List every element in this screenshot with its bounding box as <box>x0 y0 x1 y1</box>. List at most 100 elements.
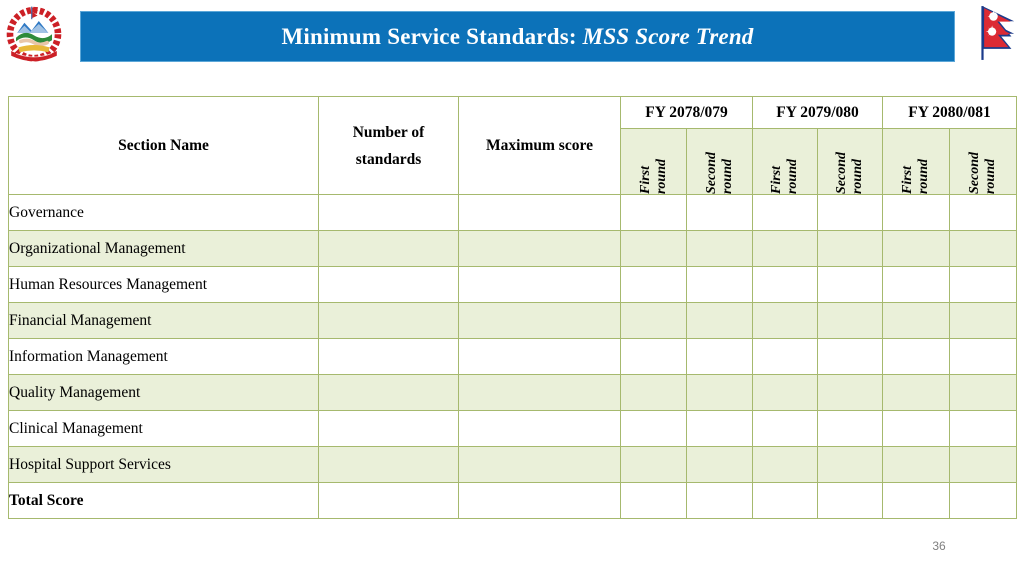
page-number: 36 <box>932 539 946 553</box>
cell-score-round-3 <box>752 194 818 231</box>
cell-score-round-6 <box>949 266 1017 303</box>
cell-score-round-3 <box>752 410 818 447</box>
cell-score-round-5 <box>882 374 950 411</box>
cell-maximum-score <box>458 302 621 339</box>
mss-score-trend-table: Section Name Number of standards Maximum… <box>8 96 1017 519</box>
cell-number-of-standards <box>318 302 459 339</box>
cell-score-round-1 <box>620 338 687 375</box>
round-label-word-2: round <box>916 158 931 194</box>
cell-section-name: Clinical Management <box>8 410 319 447</box>
mss-score-trend-table-wrapper: Section Name Number of standards Maximum… <box>8 96 1017 519</box>
cell-score-round-4 <box>817 410 883 447</box>
table-row: Organizational Management <box>8 230 1017 267</box>
round-label-word-1: Second <box>703 152 719 194</box>
cell-section-name: Hospital Support Services <box>8 446 319 483</box>
cell-score-round-3 <box>752 338 818 375</box>
page-title-main: Minimum Service Standards: <box>281 23 577 49</box>
column-header-round-5: First round <box>882 128 950 195</box>
cell-score-round-2 <box>686 482 753 519</box>
cell-section-name: Information Management <box>8 338 319 375</box>
cell-score-round-5 <box>882 266 950 303</box>
cell-score-round-6 <box>949 374 1017 411</box>
cell-section-name: Financial Management <box>8 302 319 339</box>
cell-score-round-6 <box>949 446 1017 483</box>
cell-score-round-4 <box>817 374 883 411</box>
cell-number-of-standards <box>318 374 459 411</box>
cell-score-round-3 <box>752 482 818 519</box>
table-row: Clinical Management <box>8 410 1017 447</box>
cell-section-name: Governance <box>8 194 319 231</box>
table-row: Human Resources Management <box>8 266 1017 303</box>
cell-section-name: Organizational Management <box>8 230 319 267</box>
cell-score-round-4 <box>817 266 883 303</box>
column-header-section-name: Section Name <box>8 96 319 195</box>
cell-score-round-4 <box>817 338 883 375</box>
cell-number-of-standards <box>318 482 459 519</box>
cell-score-round-1 <box>620 410 687 447</box>
cell-number-of-standards <box>318 194 459 231</box>
column-header-maximum-score: Maximum score <box>458 96 621 195</box>
cell-score-round-2 <box>686 410 753 447</box>
cell-score-round-6 <box>949 230 1017 267</box>
round-label-word-1: Second <box>834 152 849 194</box>
cell-score-round-1 <box>620 266 687 303</box>
slide-header: Minimum Service Standards: MSS Score Tre… <box>0 0 1024 75</box>
table-row: Quality Management <box>8 374 1017 411</box>
slide-title-bar: Minimum Service Standards: MSS Score Tre… <box>80 11 955 62</box>
round-label-word-2: round <box>983 158 998 194</box>
cell-score-round-5 <box>882 410 950 447</box>
cell-score-round-1 <box>620 302 687 339</box>
round-label-word-1: First <box>637 165 653 194</box>
flag-of-nepal-icon <box>981 6 1015 60</box>
cell-score-round-2 <box>686 446 753 483</box>
cell-score-round-3 <box>752 266 818 303</box>
cell-maximum-score <box>458 374 621 411</box>
cell-score-round-5 <box>882 230 950 267</box>
cell-score-round-5 <box>882 338 950 375</box>
cell-score-round-4 <box>817 482 883 519</box>
page-title: Minimum Service Standards: MSS Score Tre… <box>281 24 753 50</box>
cell-score-round-2 <box>686 194 753 231</box>
table-row: Hospital Support Services <box>8 446 1017 483</box>
cell-score-round-6 <box>949 302 1017 339</box>
cell-score-round-3 <box>752 230 818 267</box>
cell-score-round-1 <box>620 446 687 483</box>
cell-number-of-standards <box>318 338 459 375</box>
cell-score-round-4 <box>817 194 883 231</box>
table-head: Section Name Number of standards Maximum… <box>8 96 1017 195</box>
cell-score-round-5 <box>882 302 950 339</box>
cell-number-of-standards <box>318 230 459 267</box>
page-title-emphasis: MSS Score Trend <box>576 23 754 49</box>
cell-number-of-standards <box>318 266 459 303</box>
cell-score-round-6 <box>949 410 1017 447</box>
round-label-word-2: round <box>850 158 865 194</box>
cell-maximum-score <box>458 338 621 375</box>
cell-maximum-score <box>458 410 621 447</box>
cell-section-name: Total Score <box>8 482 319 519</box>
cell-number-of-standards <box>318 410 459 447</box>
column-header-fiscal-year-2080-081: FY 2080/081 <box>882 96 1017 129</box>
round-label-word-2: round <box>653 158 669 194</box>
cell-score-round-2 <box>686 374 753 411</box>
round-label-word-1: Second <box>967 152 982 194</box>
cell-score-round-1 <box>620 482 687 519</box>
cell-maximum-score <box>458 446 621 483</box>
cell-number-of-standards <box>318 446 459 483</box>
round-label-word-2: round <box>785 158 800 194</box>
cell-score-round-1 <box>620 230 687 267</box>
table-row: Governance <box>8 194 1017 231</box>
cell-score-round-3 <box>752 302 818 339</box>
column-header-fiscal-year-2079-080: FY 2079/080 <box>752 96 883 129</box>
cell-maximum-score <box>458 194 621 231</box>
cell-score-round-5 <box>882 194 950 231</box>
cell-score-round-3 <box>752 374 818 411</box>
cell-score-round-1 <box>620 374 687 411</box>
cell-score-round-1 <box>620 194 687 231</box>
table-row: Financial Management <box>8 302 1017 339</box>
column-header-number-of-standards: Number of standards <box>318 96 459 195</box>
cell-score-round-6 <box>949 482 1017 519</box>
column-header-fiscal-year-2078-079: FY 2078/079 <box>620 96 753 129</box>
cell-score-round-5 <box>882 446 950 483</box>
round-label-word-1: First <box>900 165 915 194</box>
emblem-of-nepal-icon <box>6 6 62 62</box>
